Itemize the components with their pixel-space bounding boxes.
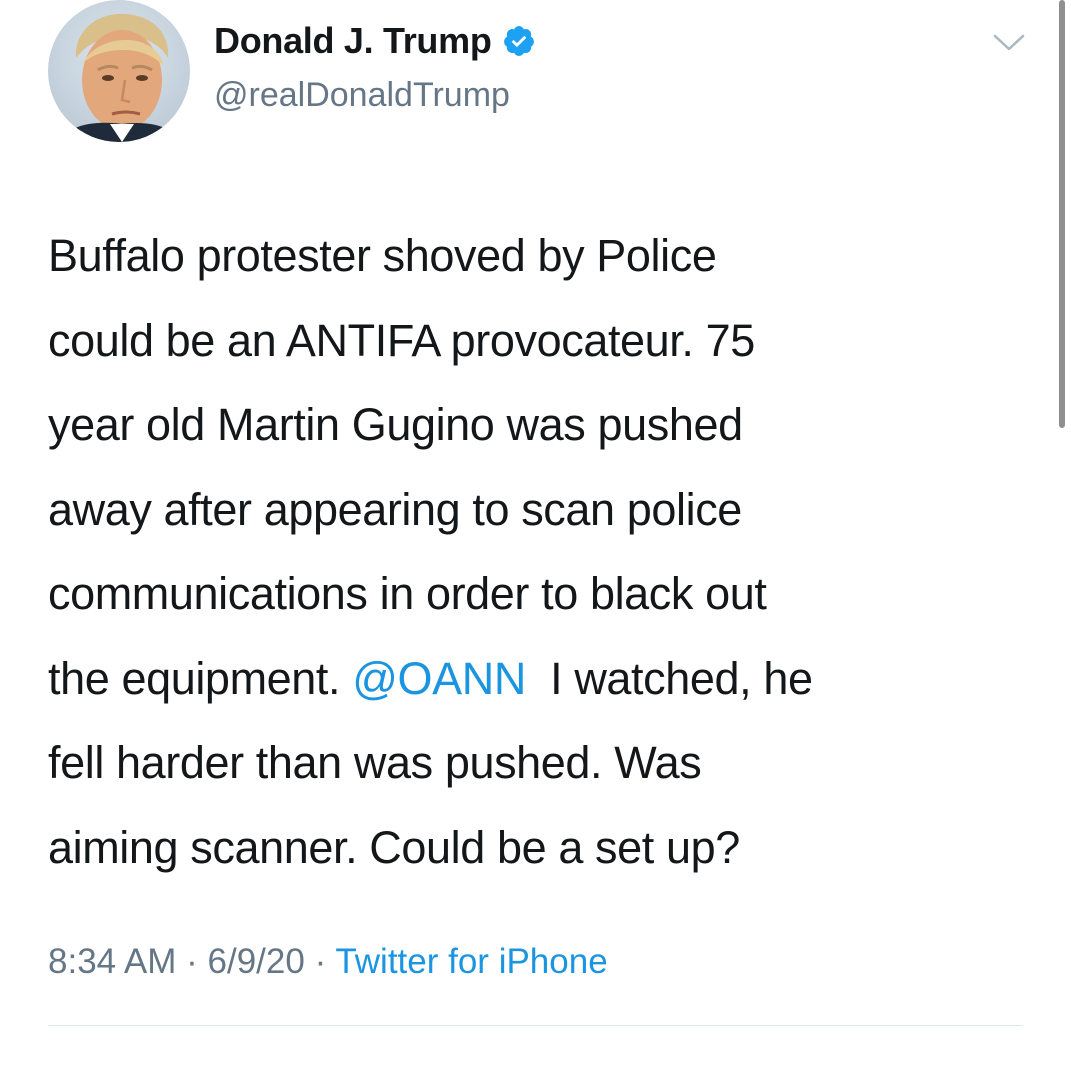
author-name-row[interactable]: Donald J. Trump <box>214 20 536 62</box>
tweet-time[interactable]: 8:34 AM <box>48 942 176 981</box>
divider <box>48 1025 1023 1026</box>
tweet-source[interactable]: Twitter for iPhone <box>335 942 607 981</box>
tweet-text-segment: I watched, he <box>525 652 813 704</box>
tweet-line: year old Martin Gugino was pushed <box>48 399 743 450</box>
engagement-stats-cut-off <box>48 1056 548 1071</box>
tweet-card: Donald J. Trump @realDonaldTrump Buffalo… <box>0 0 1071 1071</box>
tweet-line: communications in order to black out <box>48 568 767 619</box>
mention-link[interactable]: @OANN <box>352 653 526 704</box>
tweet-line: Buffalo protester shoved by Police <box>48 230 717 281</box>
meta-separator: · <box>304 942 336 981</box>
author-handle[interactable]: @realDonaldTrump <box>214 76 510 115</box>
chevron-down-icon[interactable] <box>992 32 1026 54</box>
tweet-date[interactable]: 6/9/20 <box>208 942 305 981</box>
verified-badge-icon <box>502 24 536 58</box>
display-name[interactable]: Donald J. Trump <box>214 20 492 62</box>
tweet-line: could be an ANTIFA provocateur. 75 <box>48 314 755 366</box>
avatar[interactable] <box>48 0 190 142</box>
tweet-line: away after appearing to scan police <box>48 483 742 535</box>
tweet-text-segment: the equipment. <box>48 652 353 704</box>
meta-separator: · <box>176 942 208 981</box>
tweet-line: the equipment. @OANN I watched, he <box>48 637 1048 722</box>
tweet-text: Buffalo protester shoved by Police could… <box>48 214 1048 890</box>
scrollbar[interactable] <box>1059 0 1065 428</box>
tweet-line: aiming scanner. Could be a set up? <box>48 821 740 873</box>
tweet-meta: 8:34 AM · 6/9/20 · Twitter for iPhone <box>48 942 608 982</box>
tweet-line: fell harder than was pushed. Was <box>48 737 702 788</box>
